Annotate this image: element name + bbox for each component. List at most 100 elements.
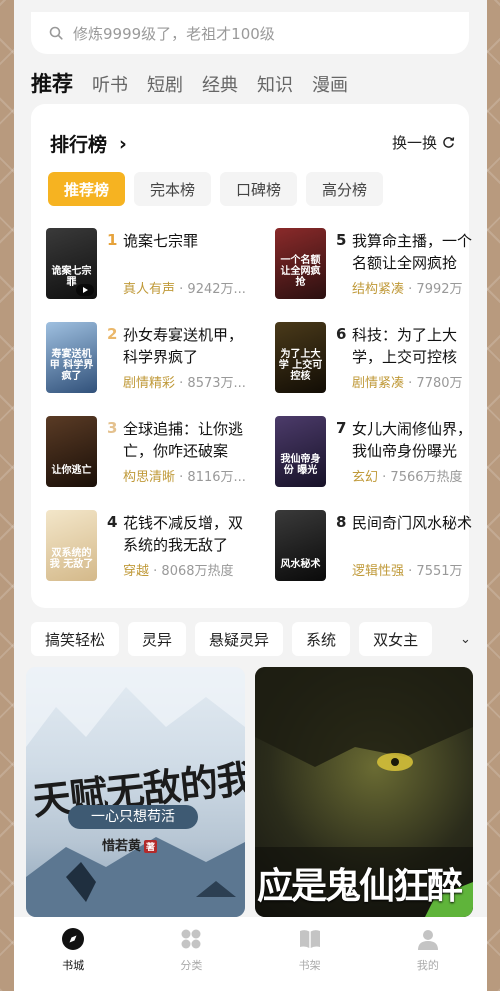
feature-book-card[interactable]: 天赋无敌的我 一心只想苟活 惜若黄著 <box>26 667 245 917</box>
book-cover-text: 寿宴送机甲 科学界疯了 <box>49 349 94 382</box>
book-cover: 双系统的我 无敌了 <box>46 510 97 581</box>
swap-label: 换一换 <box>391 134 437 152</box>
book-cover: 我仙帝身份 曝光 <box>275 416 326 487</box>
book-cover: 为了上大学 上交可控核 <box>275 322 326 393</box>
genre-chip[interactable]: 系统 <box>292 622 351 656</box>
search-placeholder: 修炼9999级了，老祖才100级 <box>73 24 275 43</box>
open-book-icon <box>299 930 320 948</box>
book-genre: 结构紧凑 <box>352 282 405 297</box>
user-icon <box>417 930 438 950</box>
book-cover-text: 我仙帝身份 曝光 <box>280 454 321 476</box>
chevron-down-icon[interactable]: ⌄ <box>444 622 487 656</box>
feature-title: 应是鬼仙狂醉 <box>257 865 463 907</box>
book-heat: 7551万 <box>416 564 463 579</box>
book-cover-text: 风水秘术 <box>280 559 321 570</box>
book-genre: 剧情精彩 <box>123 376 176 391</box>
book-meta: 剧情精彩 · 8573万... <box>123 372 248 391</box>
book-rank: 7 <box>336 419 347 437</box>
meta-separator: · <box>378 470 391 485</box>
ranking-book-item[interactable]: 让你逃亡 3 全球追捕：让你逃亡，你咋还破案构思清晰 · 8116万... <box>46 416 246 490</box>
book-title: 孙女寿宴送机甲，科学界疯了 <box>123 326 244 366</box>
tab-recommend[interactable]: 推荐 <box>31 68 73 98</box>
book-heat: 8573万... <box>187 376 246 391</box>
bottom-nav: 书城 分类 书架 我的 <box>14 917 487 991</box>
tab-short-drama[interactable]: 短剧 <box>147 71 183 97</box>
chip-reputation-list[interactable]: 口碑榜 <box>220 172 298 206</box>
nav-bookshelf[interactable]: 书架 <box>251 917 369 991</box>
book-heat: 7992万 <box>416 282 463 297</box>
app-screen: 修炼9999级了，老祖才100级 推荐 听书 短剧 经典 知识 漫画 排行榜 ›… <box>14 0 487 991</box>
book-title: 全球追捕：让你逃亡，你咋还破案 <box>123 420 244 460</box>
ranking-chips: 推荐榜 完本榜 口碑榜 高分榜 <box>48 172 392 206</box>
book-genre: 逻辑性强 <box>352 564 405 579</box>
meta-separator: · <box>149 564 162 579</box>
meta-separator: · <box>404 376 417 391</box>
top-tabs: 推荐 听书 短剧 经典 知识 漫画 <box>31 68 367 98</box>
book-meta: 构思清晰 · 8116万... <box>123 466 248 485</box>
genre-chip[interactable]: 双女主 <box>359 622 433 656</box>
ranking-book-item[interactable]: 为了上大学 上交可控核 6 科技：为了上大学，上交可控核 剧情紧凑 · 7780万 <box>275 322 475 396</box>
nav-label: 分类 <box>180 959 203 972</box>
book-heat: 7780万 <box>416 376 463 391</box>
refresh-icon <box>443 137 455 148</box>
book-meta: 玄幻 · 7566万热度 <box>352 466 477 485</box>
meta-separator: · <box>404 282 417 297</box>
search-icon <box>49 26 63 40</box>
genre-chip[interactable]: 悬疑灵异 <box>195 622 284 656</box>
tab-classic[interactable]: 经典 <box>202 71 238 97</box>
nav-profile[interactable]: 我的 <box>369 917 487 991</box>
book-cover: 一个名额 让全网疯抢 <box>275 228 326 299</box>
book-rank: 3 <box>107 419 118 437</box>
category-grid-icon <box>181 929 201 949</box>
author-name: 惜若黄 <box>102 839 142 854</box>
nav-label: 书城 <box>62 959 85 972</box>
ranking-book-item[interactable]: 我仙帝身份 曝光 7 女儿大闹修仙界，我仙帝身份曝光玄幻 · 7566万热度 <box>275 416 475 490</box>
nav-label: 我的 <box>416 959 439 972</box>
nav-category[interactable]: 分类 <box>132 917 250 991</box>
ranking-book-item[interactable]: 风水秘术 8 民间奇门风水秘术 逻辑性强 · 7551万 <box>275 510 475 584</box>
tab-comics[interactable]: 漫画 <box>312 71 348 97</box>
meta-separator: · <box>175 470 188 485</box>
tab-knowledge[interactable]: 知识 <box>257 71 293 97</box>
book-title: 民间奇门风水秘术 <box>352 514 473 532</box>
chip-high-score-list[interactable]: 高分榜 <box>306 172 384 206</box>
feature-author: 惜若黄著 <box>102 835 158 854</box>
genre-chip[interactable]: 灵异 <box>128 622 187 656</box>
book-cover: 让你逃亡 <box>46 416 97 487</box>
book-cover: 风水秘术 <box>275 510 326 581</box>
book-meta: 逻辑性强 · 7551万 <box>352 560 477 579</box>
book-cover-text: 让你逃亡 <box>51 465 92 476</box>
book-heat: 9242万... <box>187 282 246 297</box>
nav-label: 书架 <box>298 959 321 972</box>
chip-completed-list[interactable]: 完本榜 <box>134 172 212 206</box>
book-cover: 寿宴送机甲 科学界疯了 <box>46 322 97 393</box>
swap-button[interactable]: 换一换 <box>392 132 455 153</box>
feature-subtitle: 一心只想苟活 <box>68 805 198 829</box>
book-meta: 穿越 · 8068万热度 <box>123 560 248 579</box>
feature-book-card[interactable]: 应是鬼仙狂醉 <box>255 667 473 917</box>
book-genre: 真人有声 <box>123 282 176 297</box>
author-seal: 著 <box>144 840 158 853</box>
tab-audiobook[interactable]: 听书 <box>92 71 128 97</box>
book-genre: 穿越 <box>123 564 150 579</box>
ranking-book-item[interactable]: 诡案七宗罪 1 诡案七宗罪 真人有声 · 9242万... <box>46 228 246 302</box>
book-rank: 8 <box>336 513 347 531</box>
book-rank: 1 <box>107 231 118 249</box>
play-icon <box>76 284 94 296</box>
chip-recommend-list[interactable]: 推荐榜 <box>48 172 126 206</box>
search-bar[interactable]: 修炼9999级了，老祖才100级 <box>31 12 469 54</box>
ranking-book-item[interactable]: 双系统的我 无敌了 4 花钱不减反增，双系统的我无敌了 穿越 · 8068万热度 <box>46 510 246 584</box>
book-rank: 5 <box>336 231 347 249</box>
book-cover-text: 双系统的我 无敌了 <box>49 548 94 570</box>
ranking-header[interactable]: 排行榜 › <box>50 130 127 157</box>
book-title: 诡案七宗罪 <box>123 232 199 250</box>
book-rank: 4 <box>107 513 118 531</box>
book-rank: 6 <box>336 325 347 343</box>
genre-row: 搞笑轻松 灵异 悬疑灵异 系统 双女主 <box>31 622 441 656</box>
ranking-book-item[interactable]: 一个名额 让全网疯抢 5 我算命主播，一个名额让全网疯抢 结构紧凑 · 7992万 <box>275 228 475 302</box>
ranking-book-item[interactable]: 寿宴送机甲 科学界疯了 2 孙女寿宴送机甲，科学界疯了 剧情精彩 · 8573万... <box>46 322 246 396</box>
nav-bookstore[interactable]: 书城 <box>14 917 132 991</box>
genre-chip[interactable]: 搞笑轻松 <box>31 622 120 656</box>
book-meta: 剧情紧凑 · 7780万 <box>352 372 477 391</box>
book-title: 女儿大闹修仙界，我仙帝身份曝光 <box>352 420 473 460</box>
